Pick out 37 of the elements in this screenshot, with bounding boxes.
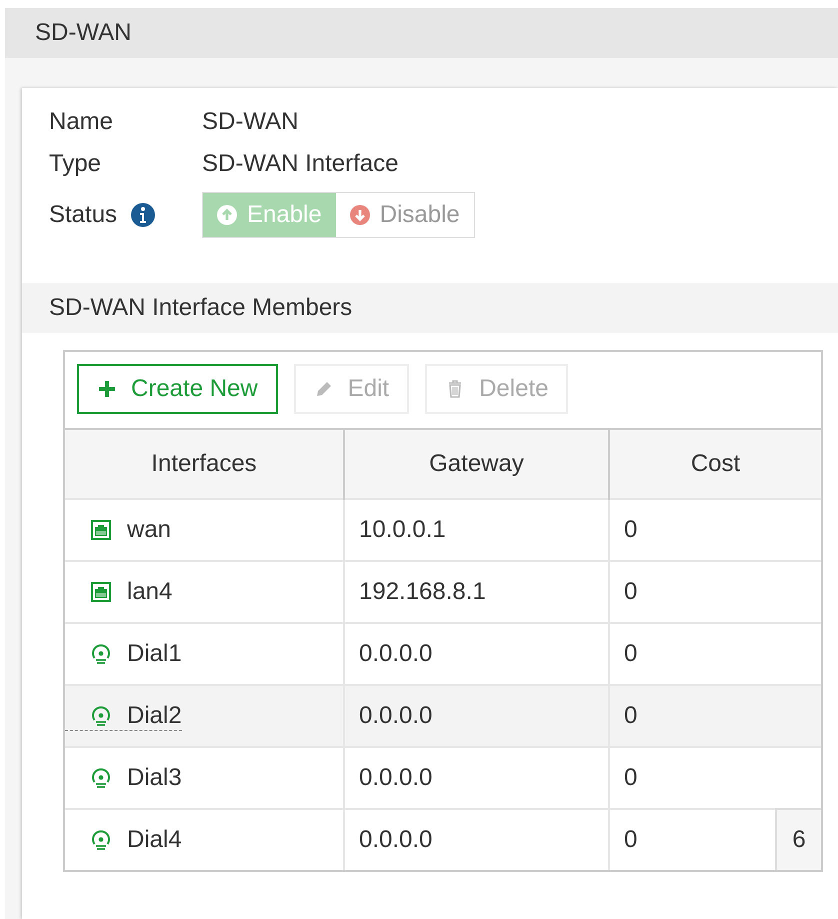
table-cell: 0 [609,685,821,747]
row-count: 6 [775,808,821,870]
column-header[interactable]: Cost [609,430,821,499]
column-header[interactable]: Interfaces [65,430,344,499]
field-value: SD-WAN [202,108,300,136]
interface-name: Dial1 [127,640,182,668]
field-label: Type [49,150,102,178]
interface-name: wan [127,516,172,544]
dialup-icon [91,644,111,664]
ethernet-port-icon [91,520,111,540]
plus-icon [97,379,117,399]
table-cell: 0 [609,499,821,561]
field-value: SD-WAN Interface [202,150,400,178]
dialup-icon [91,706,111,726]
arrow-down-circle-icon [350,205,370,225]
page-title: SD-WAN [35,19,132,47]
table-cell: 0 [609,561,821,623]
table-cell: 192.168.8.1 [344,561,609,623]
table-cell: 0.0.0.0 [344,747,609,809]
interface-name: Dial3 [127,764,182,792]
interface-name: lan4 [127,578,172,606]
table-cell: 10.0.0.1 [344,499,609,561]
toolbar-button[interactable]: Create New [77,364,278,414]
field-label: Name [49,108,114,136]
table-cell: 0 6 [609,809,821,870]
column-header[interactable]: Gateway [344,430,609,499]
arrow-up-circle-icon [217,205,237,225]
ethernet-port-icon [91,582,111,602]
table-cell: 0.0.0.0 [344,809,609,870]
table-cell: 0.0.0.0 [344,685,609,747]
section-title: SD-WAN Interface Members [49,294,352,322]
interface-name: Dial4 [127,826,182,854]
dialup-icon [91,768,111,788]
info-icon [131,203,156,227]
dialup-icon [91,830,111,850]
interface-name: Dial2 [127,702,182,730]
field-label: Status [49,201,118,229]
